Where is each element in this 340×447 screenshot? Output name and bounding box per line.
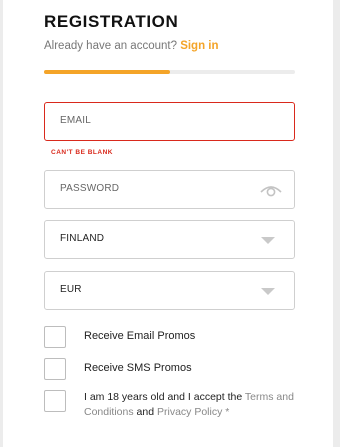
sms-promos-row: Receive SMS Promos bbox=[44, 358, 304, 380]
email-error-message: CAN'T BE BLANK bbox=[51, 149, 113, 156]
password-field[interactable]: PASSWORD bbox=[44, 170, 295, 209]
email-promos-row: Receive Email Promos bbox=[44, 326, 304, 348]
terms-prefix: I am 18 years old and I accept the bbox=[84, 391, 243, 403]
left-edge bbox=[0, 0, 3, 447]
signin-prompt-text: Already have an account? bbox=[44, 40, 177, 52]
email-field[interactable]: EMAIL bbox=[44, 102, 295, 141]
right-scroll-edge bbox=[333, 0, 340, 447]
page-title: REGISTRATION bbox=[44, 12, 179, 31]
password-placeholder: PASSWORD bbox=[60, 183, 120, 194]
eye-icon[interactable] bbox=[259, 182, 283, 198]
country-select[interactable]: FINLAND bbox=[44, 220, 295, 259]
terms-and: and bbox=[136, 406, 155, 418]
email-placeholder: EMAIL bbox=[60, 115, 92, 126]
terms-row: I am 18 years old and I accept the Terms… bbox=[44, 390, 304, 438]
terms-checkbox[interactable] bbox=[44, 390, 66, 412]
required-asterisk: * bbox=[225, 406, 230, 418]
email-promos-checkbox[interactable] bbox=[44, 326, 66, 348]
registration-progress bbox=[44, 70, 295, 74]
signin-prompt: Already have an account? Sign in bbox=[44, 40, 219, 52]
sms-promos-checkbox[interactable] bbox=[44, 358, 66, 380]
terms-label: I am 18 years old and I accept the Terms… bbox=[84, 390, 294, 420]
email-promos-label: Receive Email Promos bbox=[84, 330, 196, 342]
currency-value: EUR bbox=[60, 284, 82, 295]
sms-promos-label: Receive SMS Promos bbox=[84, 362, 192, 374]
currency-select[interactable]: EUR bbox=[44, 271, 295, 310]
progress-fill bbox=[44, 70, 170, 74]
caret-down-icon bbox=[261, 237, 275, 244]
signin-link[interactable]: Sign in bbox=[180, 40, 218, 52]
caret-down-icon bbox=[261, 288, 275, 295]
country-value: FINLAND bbox=[60, 233, 105, 244]
privacy-link[interactable]: Privacy Policy bbox=[157, 406, 222, 418]
